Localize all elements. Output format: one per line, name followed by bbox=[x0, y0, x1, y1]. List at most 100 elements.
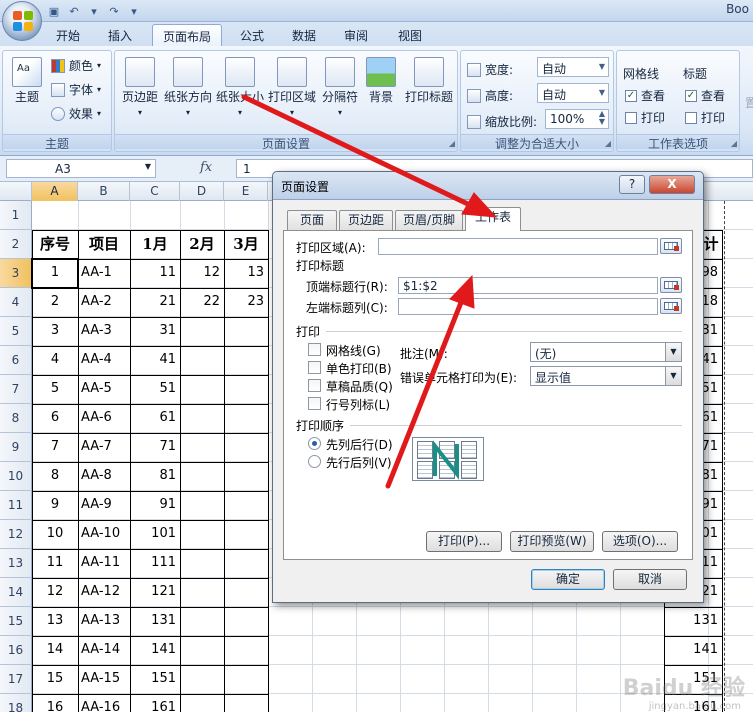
cell-item[interactable]: AA-6 bbox=[78, 404, 130, 432]
cell-feb[interactable] bbox=[180, 346, 224, 374]
cell-mar[interactable] bbox=[224, 462, 268, 490]
undo-icon[interactable]: ↶ bbox=[66, 4, 82, 18]
cell-total[interactable]: 141 bbox=[664, 636, 722, 664]
cell-jan[interactable]: 71 bbox=[130, 433, 180, 461]
column-header-b[interactable]: B bbox=[78, 182, 130, 201]
width-combo[interactable]: 自动 ▼ bbox=[537, 57, 609, 77]
cell-index[interactable]: 4 bbox=[32, 346, 78, 374]
columns-to-repeat-input[interactable] bbox=[398, 298, 658, 315]
print-titles-button[interactable]: 打印标题 bbox=[403, 57, 455, 104]
cell-item[interactable]: AA-14 bbox=[78, 636, 130, 664]
cell-index[interactable]: 11 bbox=[32, 549, 78, 577]
dropdown-icon[interactable]: ▾ bbox=[86, 4, 102, 18]
cell-jan[interactable]: 141 bbox=[130, 636, 180, 664]
cell-item[interactable]: AA-9 bbox=[78, 491, 130, 519]
dialog-tab-sheet[interactable]: 工作表 bbox=[465, 207, 521, 231]
dialog-help-button[interactable]: ? bbox=[619, 175, 645, 194]
cell-feb[interactable] bbox=[180, 404, 224, 432]
row-header[interactable]: 16 bbox=[0, 636, 32, 665]
cell-feb[interactable] bbox=[180, 375, 224, 403]
print-button[interactable]: 打印(P)... bbox=[426, 531, 502, 552]
page-setup-launcher-icon[interactable]: ◢ bbox=[449, 139, 455, 148]
row-header[interactable]: 15 bbox=[0, 607, 32, 636]
cell-mar[interactable] bbox=[224, 491, 268, 519]
gridlines-view[interactable]: ✓ 查看 bbox=[625, 87, 665, 104]
cell-jan[interactable]: 51 bbox=[130, 375, 180, 403]
cell-mar[interactable] bbox=[224, 694, 268, 712]
cell-item[interactable]: AA-7 bbox=[78, 433, 130, 461]
dialog-tab-header-footer[interactable]: 页眉/页脚 bbox=[395, 210, 463, 230]
cell-item[interactable]: AA-4 bbox=[78, 346, 130, 374]
cell-item[interactable]: AA-5 bbox=[78, 375, 130, 403]
cell-mar[interactable] bbox=[224, 317, 268, 345]
black-white-checkbox[interactable] bbox=[308, 361, 321, 374]
cell-mar[interactable] bbox=[224, 665, 268, 693]
cell-feb[interactable] bbox=[180, 607, 224, 635]
cell-index[interactable]: 15 bbox=[32, 665, 78, 693]
gridlines-print[interactable]: 打印 bbox=[625, 109, 665, 126]
options-button[interactable]: 选项(O)... bbox=[602, 531, 678, 552]
cell-index[interactable]: 9 bbox=[32, 491, 78, 519]
cell-item[interactable]: AA-15 bbox=[78, 665, 130, 693]
cell-index[interactable]: 6 bbox=[32, 404, 78, 432]
cell-feb[interactable] bbox=[180, 462, 224, 490]
row-header[interactable]: 17 bbox=[0, 665, 32, 694]
background-button[interactable]: 背景 bbox=[363, 57, 399, 104]
row-header[interactable]: 2 bbox=[0, 230, 32, 259]
cell-mar[interactable] bbox=[224, 404, 268, 432]
cell-feb[interactable] bbox=[180, 491, 224, 519]
row-header[interactable]: 4 bbox=[0, 288, 32, 317]
cell-index[interactable]: 5 bbox=[32, 375, 78, 403]
row-header[interactable]: 6 bbox=[0, 346, 32, 375]
office-button[interactable] bbox=[2, 1, 42, 41]
collapse-dialog-button[interactable] bbox=[660, 277, 682, 293]
name-box[interactable]: A3 ▼ bbox=[6, 159, 156, 178]
row-header[interactable]: 18 bbox=[0, 694, 32, 712]
draft-quality-checkbox[interactable] bbox=[308, 379, 321, 392]
row-header[interactable]: 8 bbox=[0, 404, 32, 433]
headings-print[interactable]: 打印 bbox=[685, 109, 725, 126]
row-header[interactable]: 10 bbox=[0, 462, 32, 491]
cell-mar[interactable]: 13 bbox=[224, 259, 268, 287]
column-header-d[interactable]: D bbox=[180, 182, 224, 201]
theme-fonts-button[interactable]: 字体 ▾ bbox=[51, 81, 101, 98]
cell-jan[interactable]: 11 bbox=[130, 259, 180, 287]
cell-jan[interactable]: 81 bbox=[130, 462, 180, 490]
column-header-c[interactable]: C bbox=[130, 182, 180, 201]
cancel-button[interactable]: 取消 bbox=[613, 569, 687, 590]
rows-to-repeat-input[interactable]: $1:$2 bbox=[398, 277, 658, 294]
row-header[interactable]: 1 bbox=[0, 201, 32, 230]
cell-feb[interactable] bbox=[180, 549, 224, 577]
collapse-dialog-button[interactable] bbox=[660, 238, 682, 254]
cell-feb[interactable]: 22 bbox=[180, 288, 224, 316]
cell-index[interactable]: 14 bbox=[32, 636, 78, 664]
cell-index[interactable]: 12 bbox=[32, 578, 78, 606]
theme-colors-button[interactable]: 颜色 ▾ bbox=[51, 57, 101, 74]
tab-formulas[interactable]: 公式 bbox=[230, 24, 274, 46]
column-header-a[interactable]: A bbox=[32, 182, 78, 201]
cell-mar[interactable]: 23 bbox=[224, 288, 268, 316]
margins-button[interactable]: 页边距 ▾ bbox=[119, 57, 161, 120]
cell-mar[interactable] bbox=[224, 346, 268, 374]
cell-index[interactable]: 8 bbox=[32, 462, 78, 490]
cell-item[interactable]: AA-12 bbox=[78, 578, 130, 606]
header-cell[interactable]: 序号 bbox=[32, 230, 78, 258]
header-cell[interactable]: 1月 bbox=[130, 230, 180, 258]
row-header[interactable]: 5 bbox=[0, 317, 32, 346]
row-header[interactable]: 11 bbox=[0, 491, 32, 520]
cell-jan[interactable]: 61 bbox=[130, 404, 180, 432]
tab-data[interactable]: 数据 bbox=[282, 24, 326, 46]
cell-jan[interactable]: 41 bbox=[130, 346, 180, 374]
row-header[interactable]: 7 bbox=[0, 375, 32, 404]
cell-jan[interactable]: 31 bbox=[130, 317, 180, 345]
tab-insert[interactable]: 插入 bbox=[98, 24, 142, 46]
theme-effects-button[interactable]: 效果 ▾ bbox=[51, 105, 101, 122]
customize-icon[interactable]: ▾ bbox=[126, 4, 142, 18]
cell-mar[interactable] bbox=[224, 578, 268, 606]
cell-index[interactable]: 16 bbox=[32, 694, 78, 712]
row-header[interactable]: 9 bbox=[0, 433, 32, 462]
redo-icon[interactable]: ↷ bbox=[106, 4, 122, 18]
cell-total[interactable]: 131 bbox=[664, 607, 722, 635]
cell-jan[interactable]: 161 bbox=[130, 694, 180, 712]
over-then-down-radio[interactable] bbox=[308, 455, 321, 468]
